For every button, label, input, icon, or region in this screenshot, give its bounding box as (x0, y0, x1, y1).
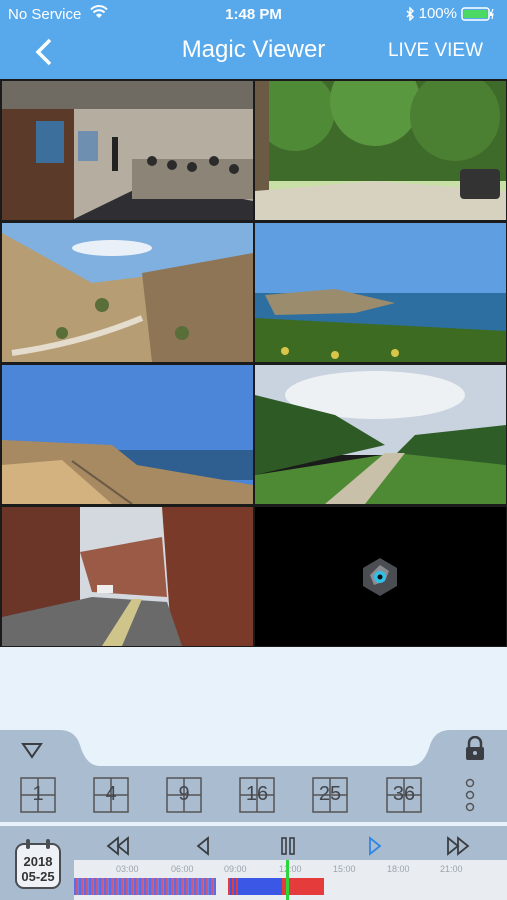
battery-percent: 100% (418, 5, 457, 22)
layout-label: 9 (178, 783, 190, 805)
layout-label: 4 (105, 783, 117, 805)
timeline-tick: 15:00 (333, 864, 356, 874)
status-bar: No Service 1:48 PM 100% (0, 0, 507, 28)
camera-tile-1[interactable] (2, 81, 253, 220)
date-year: 2018 (23, 854, 53, 869)
playhead-cursor[interactable] (286, 860, 289, 900)
collapse-toggle-button[interactable] (20, 740, 44, 760)
pause-button[interactable] (274, 834, 302, 858)
fast-rewind-icon (106, 836, 129, 856)
pause-icon (281, 837, 295, 855)
timeline-panel: 2018 05-25 03:00 06:00 09:00 12:00 15:00… (0, 826, 507, 900)
date-month-day: 05-25 (21, 869, 55, 884)
timeline-tick: 18:00 (387, 864, 410, 874)
camera-tile-6[interactable] (255, 365, 506, 504)
camera-tile-3[interactable] (2, 223, 253, 362)
fast-forward-button[interactable] (444, 834, 472, 858)
recording-segment-mixed (74, 878, 216, 895)
layout-16-button[interactable]: 16 (239, 777, 275, 813)
layout-label: 25 (318, 783, 342, 805)
recording-segment-mixed (228, 878, 238, 895)
layout-4-button[interactable]: 4 (93, 777, 129, 813)
lock-button[interactable] (463, 735, 487, 762)
fast-forward-icon (447, 836, 470, 856)
date-picker-button[interactable]: 2018 05-25 (14, 838, 62, 890)
more-vertical-icon (465, 778, 475, 812)
camera-tile-5[interactable] (2, 365, 253, 504)
layout-1-button[interactable]: 1 (20, 777, 56, 813)
layout-label: 16 (245, 783, 269, 805)
timeline-tick: 21:00 (440, 864, 463, 874)
timeline-tick: 03:00 (116, 864, 139, 874)
battery-icon (461, 6, 494, 21)
triangle-down-icon (21, 743, 43, 759)
layout-36-button[interactable]: 36 (386, 777, 422, 813)
step-forward-button[interactable] (360, 834, 388, 858)
camera-tile-2[interactable] (255, 81, 506, 220)
live-view-button[interactable]: LIVE VIEW (388, 40, 483, 62)
app-logo-icon (363, 558, 397, 596)
header-bar: No Service 1:48 PM 100% Magic Viewer LIV… (0, 0, 507, 80)
layout-9-button[interactable]: 9 (166, 777, 202, 813)
fast-rewind-button[interactable] (104, 834, 132, 858)
step-back-icon (196, 836, 209, 856)
timeline-tick: 09:00 (224, 864, 247, 874)
layout-25-button[interactable]: 25 (312, 777, 348, 813)
step-back-button[interactable] (190, 834, 218, 858)
battery-group: 100% (405, 5, 495, 22)
camera-image-meeting-room (2, 81, 253, 220)
lock-icon (466, 735, 484, 760)
camera-tile-4[interactable] (255, 223, 506, 362)
camera-tile-7[interactable] (2, 507, 253, 646)
layout-label: 36 (392, 783, 416, 805)
layout-label: 1 (32, 783, 44, 805)
recording-segment-continuous (238, 878, 282, 895)
timeline-track[interactable]: 03:00 06:00 09:00 12:00 15:00 18:00 21:0… (74, 860, 507, 900)
playback-panel: 1 4 9 16 25 36 2018 05-25 03:00 06:00 09… (0, 730, 507, 900)
camera-image-tree-avenue (255, 365, 506, 504)
camera-image-seaside-path (2, 365, 253, 504)
camera-image-coast-cliff (255, 223, 506, 362)
camera-image-brick-street (2, 507, 253, 646)
timeline-tick: 12:00 (279, 864, 302, 874)
layout-selector: 1 4 9 16 25 36 (0, 766, 507, 822)
camera-image-desert-valley (2, 223, 253, 362)
step-forward-icon (369, 836, 382, 856)
bluetooth-icon (406, 6, 414, 21)
panel-tab-shape (0, 730, 507, 770)
more-options-button[interactable] (460, 777, 480, 813)
camera-grid (0, 79, 507, 647)
camera-tile-8-empty[interactable] (255, 507, 506, 646)
timeline-tick: 06:00 (171, 864, 194, 874)
camera-image-park-trees (255, 81, 506, 220)
